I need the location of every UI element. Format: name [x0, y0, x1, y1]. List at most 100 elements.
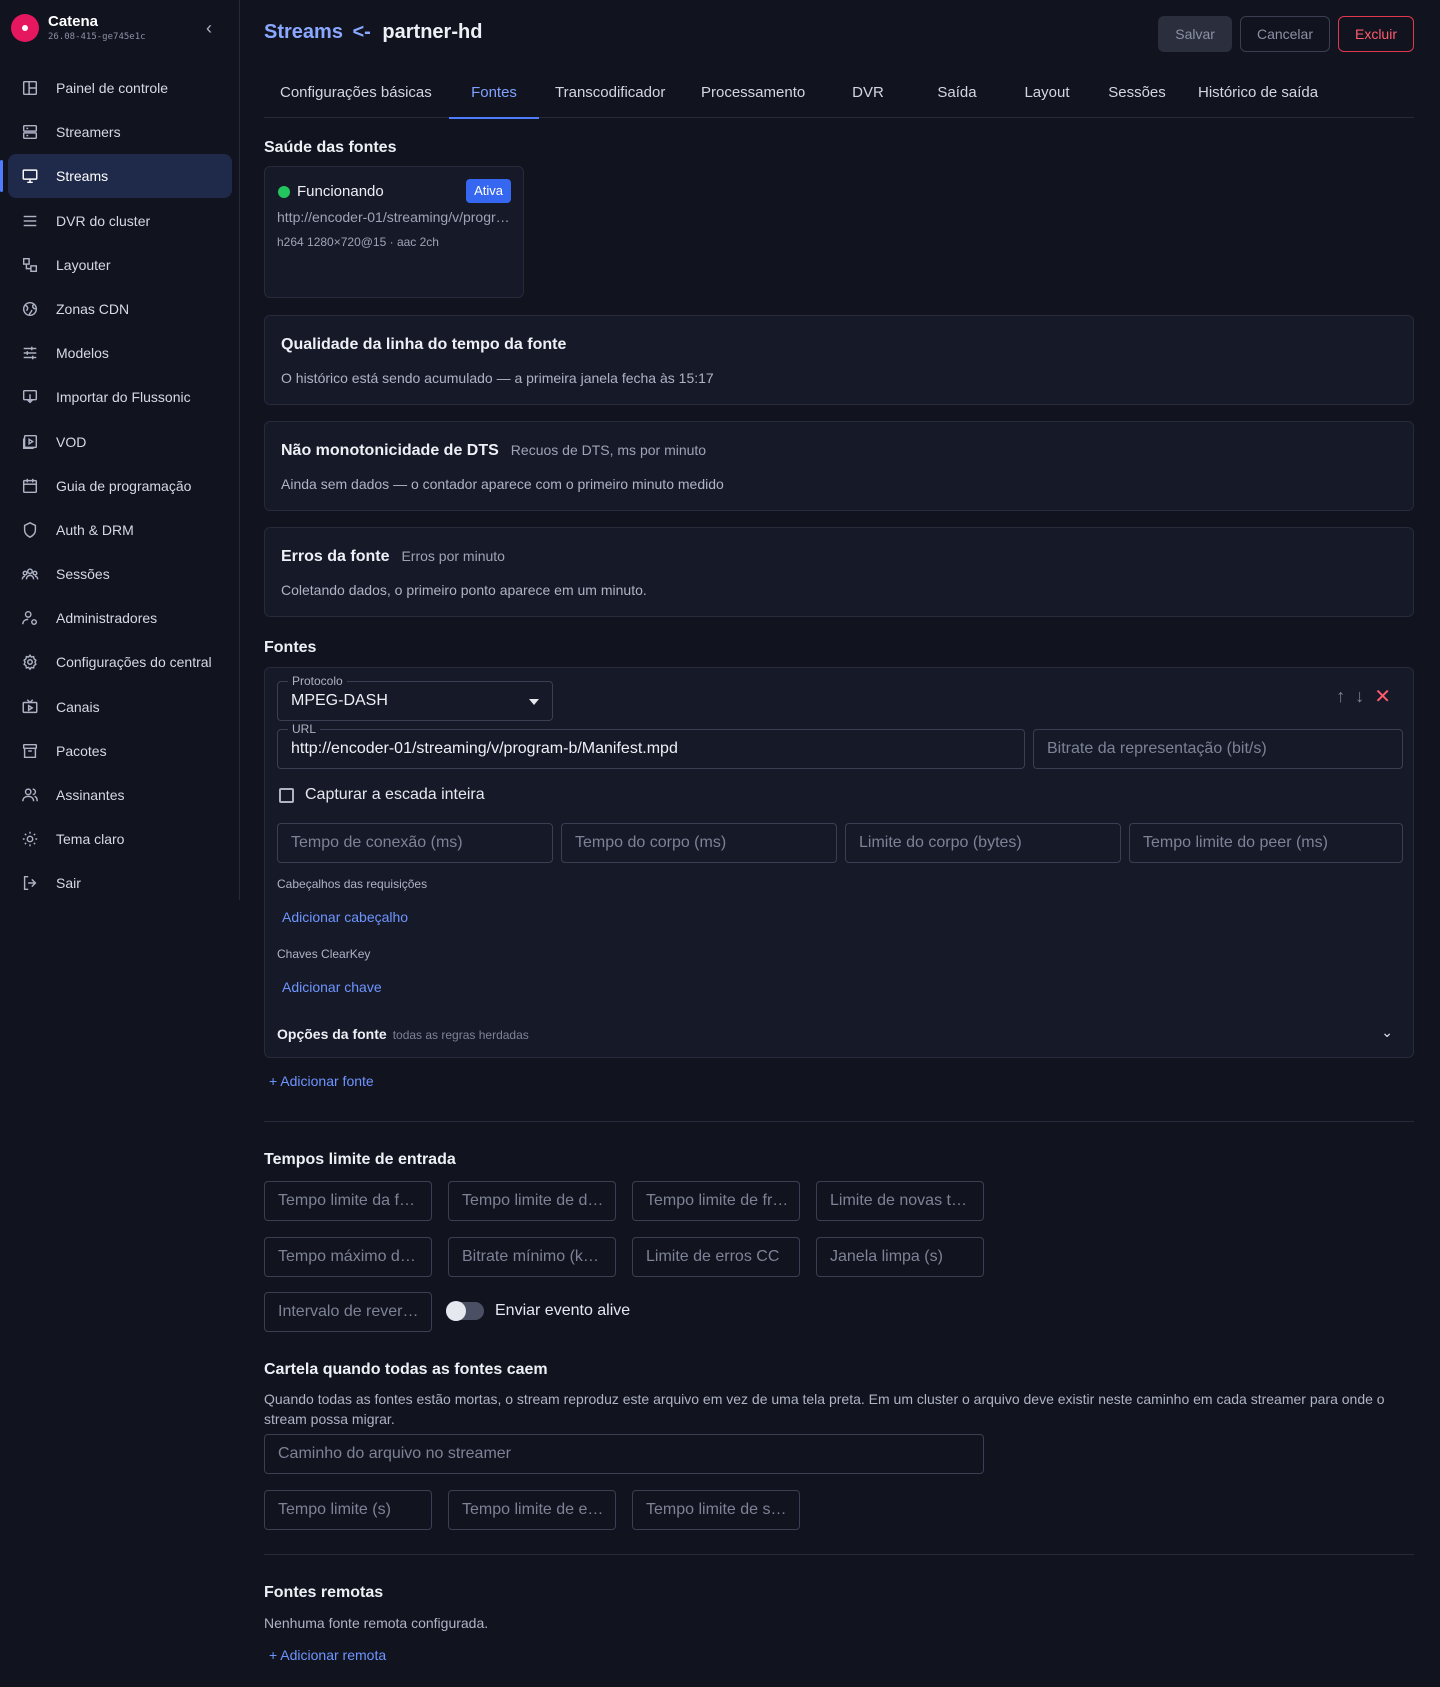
backup-input-timeout-input[interactable]: Tempo limite de entrada	[448, 1490, 616, 1530]
sidebar-item-vod[interactable]: VOD	[8, 420, 232, 464]
sources-title: Fontes	[264, 639, 317, 656]
source-errors-panel: Erros da fonte Erros por minuto Coletando…	[264, 527, 1414, 617]
arrow-down-icon[interactable]: ↓	[1355, 686, 1364, 707]
tab-dvr[interactable]: DVR	[824, 70, 912, 118]
cc-errors-limit-input[interactable]: Limite de erros CC	[632, 1237, 800, 1277]
url-input[interactable]: URL http://encoder-01/streaming/v/progra…	[277, 722, 1025, 769]
tab-sessions[interactable]: Sessões	[1092, 70, 1182, 118]
field-label: Protocolo	[288, 674, 347, 688]
admin-icon	[20, 608, 40, 628]
health-status: Funcionando	[297, 183, 384, 200]
sidebar-item-channels[interactable]: Canais	[8, 685, 232, 729]
main-content: Streams <- partner-hd Salvar Cancelar Ex…	[264, 0, 1414, 1663]
close-icon[interactable]: ✕	[1374, 684, 1391, 709]
add-header-button[interactable]: Adicionar cabeçalho	[282, 909, 408, 925]
sidebar-item-light-theme[interactable]: Tema claro	[8, 817, 232, 861]
sidebar-item-sessions[interactable]: Sessões	[8, 552, 232, 596]
sidebar-item-streamers[interactable]: Streamers	[8, 110, 232, 154]
field-placeholder: Caminho do arquivo no streamer	[278, 1445, 512, 1462]
capture-ladder-checkbox[interactable]	[279, 788, 294, 803]
data-timeout-input[interactable]: Tempo limite de dados	[448, 1181, 616, 1221]
clean-window-input[interactable]: Janela limpa (s)	[816, 1237, 984, 1277]
peer-timeout-input[interactable]: Tempo limite do peer (ms)	[1129, 823, 1403, 863]
package-icon	[20, 741, 40, 761]
sidebar-item-label: Streams	[56, 168, 109, 185]
source-timeout-input[interactable]: Tempo limite da fonte	[264, 1181, 432, 1221]
sidebar-item-program-guide[interactable]: Guia de programação	[8, 464, 232, 508]
alive-event-toggle[interactable]	[446, 1301, 484, 1321]
field-placeholder: Intervalo de reversão	[278, 1303, 421, 1320]
sidebar-item-dashboard[interactable]: Painel de controle	[8, 66, 232, 110]
field-placeholder: Bitrate da representação (bit/s)	[1047, 740, 1267, 757]
body-timeout-input[interactable]: Tempo do corpo (ms)	[561, 823, 837, 863]
tab-transcoder[interactable]: Transcodificador	[539, 70, 685, 118]
bitrate-input[interactable]: Bitrate da representação (bit/s)	[1033, 729, 1403, 769]
header-actions: Salvar Cancelar Excluir	[1158, 16, 1414, 52]
sidebar-item-cdn-zones[interactable]: Zonas CDN	[8, 287, 232, 331]
field-placeholder: Tempo limite da fonte	[278, 1192, 421, 1209]
sidebar-item-layouter[interactable]: Layouter	[8, 243, 232, 287]
panel-body: Coletando dados, o primeiro ponto aparec…	[281, 582, 647, 598]
source-health-card[interactable]: Funcionando Ativa http://encoder-01/stre…	[264, 166, 524, 298]
brand[interactable]: Catena 26.08-415-ge745e1c	[11, 12, 231, 46]
max-wait-input[interactable]: Tempo máximo de espera	[264, 1237, 432, 1277]
status-dot-icon	[278, 186, 290, 198]
sidebar-item-central-settings[interactable]: Configurações do central	[8, 640, 232, 684]
source-options-title: Opções da fonte	[277, 1026, 387, 1042]
field-placeholder: Tempo máximo de espera	[278, 1248, 421, 1265]
backup-description: Quando todas as fontes estão mortas, o s…	[264, 1391, 1385, 1427]
protocol-select[interactable]: Protocolo MPEG-DASH	[277, 674, 553, 721]
panel-title-text: Não monotonicidade de DTS	[281, 442, 499, 459]
tab-output-history[interactable]: Histórico de saída	[1182, 70, 1342, 118]
cancel-button[interactable]: Cancelar	[1239, 16, 1330, 52]
sidebar-item-logout[interactable]: Sair	[8, 861, 232, 905]
sidebar-item-templates[interactable]: Modelos	[8, 331, 232, 375]
tab-basic-settings[interactable]: Configurações básicas	[264, 70, 449, 118]
delete-button[interactable]: Excluir	[1337, 16, 1414, 52]
sidebar-item-label: DVR do cluster	[56, 212, 151, 229]
sidebar-item-label: Guia de programação	[56, 477, 192, 494]
tab-processing[interactable]: Processamento	[685, 70, 824, 118]
breadcrumb-arrow: <-	[352, 21, 371, 43]
sidebar-nav: Painel de controle Streamers Streams DVR…	[0, 66, 232, 906]
save-button[interactable]: Salvar	[1158, 16, 1232, 52]
sidebar-item-label: Sair	[56, 875, 81, 892]
retry-limit-input[interactable]: Limite de novas tentativas	[816, 1181, 984, 1221]
clearkey-label: Chaves ClearKey	[277, 947, 371, 961]
tab-output[interactable]: Saída	[912, 70, 1002, 118]
backup-output-timeout-input[interactable]: Tempo limite de saída	[632, 1490, 800, 1530]
sidebar-item-import-flussonic[interactable]: Importar do Flussonic	[8, 375, 232, 419]
sidebar-item-cluster-dvr[interactable]: DVR do cluster	[8, 199, 232, 243]
revert-interval-input[interactable]: Intervalo de reversão	[264, 1292, 432, 1332]
add-remote-button[interactable]: + Adicionar remota	[269, 1647, 386, 1663]
add-source-button[interactable]: + Adicionar fonte	[269, 1073, 374, 1089]
brand-logo-icon	[11, 14, 39, 42]
breadcrumb-streams-link[interactable]: Streams	[264, 21, 343, 43]
dashboard-icon	[20, 78, 40, 98]
field-placeholder: Tempo limite de saída	[646, 1501, 789, 1518]
connect-timeout-input[interactable]: Tempo de conexão (ms)	[277, 823, 553, 863]
sidebar-item-label: Streamers	[56, 124, 121, 141]
field-placeholder: Tempo limite de dados	[462, 1192, 605, 1209]
arrow-up-icon[interactable]: ↑	[1336, 686, 1345, 707]
source-options-toggle[interactable]: Opções da fonte todas as regras herdadas …	[277, 1024, 1403, 1042]
sidebar-item-label: Administradores	[56, 610, 158, 627]
backup-timeout-input[interactable]: Tempo limite (s)	[264, 1490, 432, 1530]
sidebar-item-administrators[interactable]: Administradores	[8, 596, 232, 640]
tab-layout[interactable]: Layout	[1002, 70, 1092, 118]
backup-path-input[interactable]: Caminho do arquivo no streamer	[264, 1434, 984, 1474]
frames-timeout-input[interactable]: Tempo limite de frames	[632, 1181, 800, 1221]
sidebar-item-streams[interactable]: Streams	[0, 154, 232, 199]
sidebar-item-packages[interactable]: Pacotes	[8, 729, 232, 773]
field-placeholder: Limite do corpo (bytes)	[859, 834, 1022, 851]
sidebar-item-subscribers[interactable]: Assinantes	[8, 773, 232, 817]
min-bitrate-input[interactable]: Bitrate mínimo (kbit/s)	[448, 1237, 616, 1277]
sidebar-item-auth-drm[interactable]: Auth & DRM	[8, 508, 232, 552]
collapse-sidebar-icon[interactable]: ‹	[199, 18, 219, 38]
capture-ladder-label: Capturar a escada inteira	[305, 786, 485, 803]
field-placeholder: Tempo limite do peer (ms)	[1143, 834, 1328, 851]
body-limit-input[interactable]: Limite do corpo (bytes)	[845, 823, 1121, 863]
tab-sources[interactable]: Fontes	[449, 70, 539, 119]
brand-name: Catena	[48, 13, 99, 30]
add-key-button[interactable]: Adicionar chave	[282, 979, 382, 995]
